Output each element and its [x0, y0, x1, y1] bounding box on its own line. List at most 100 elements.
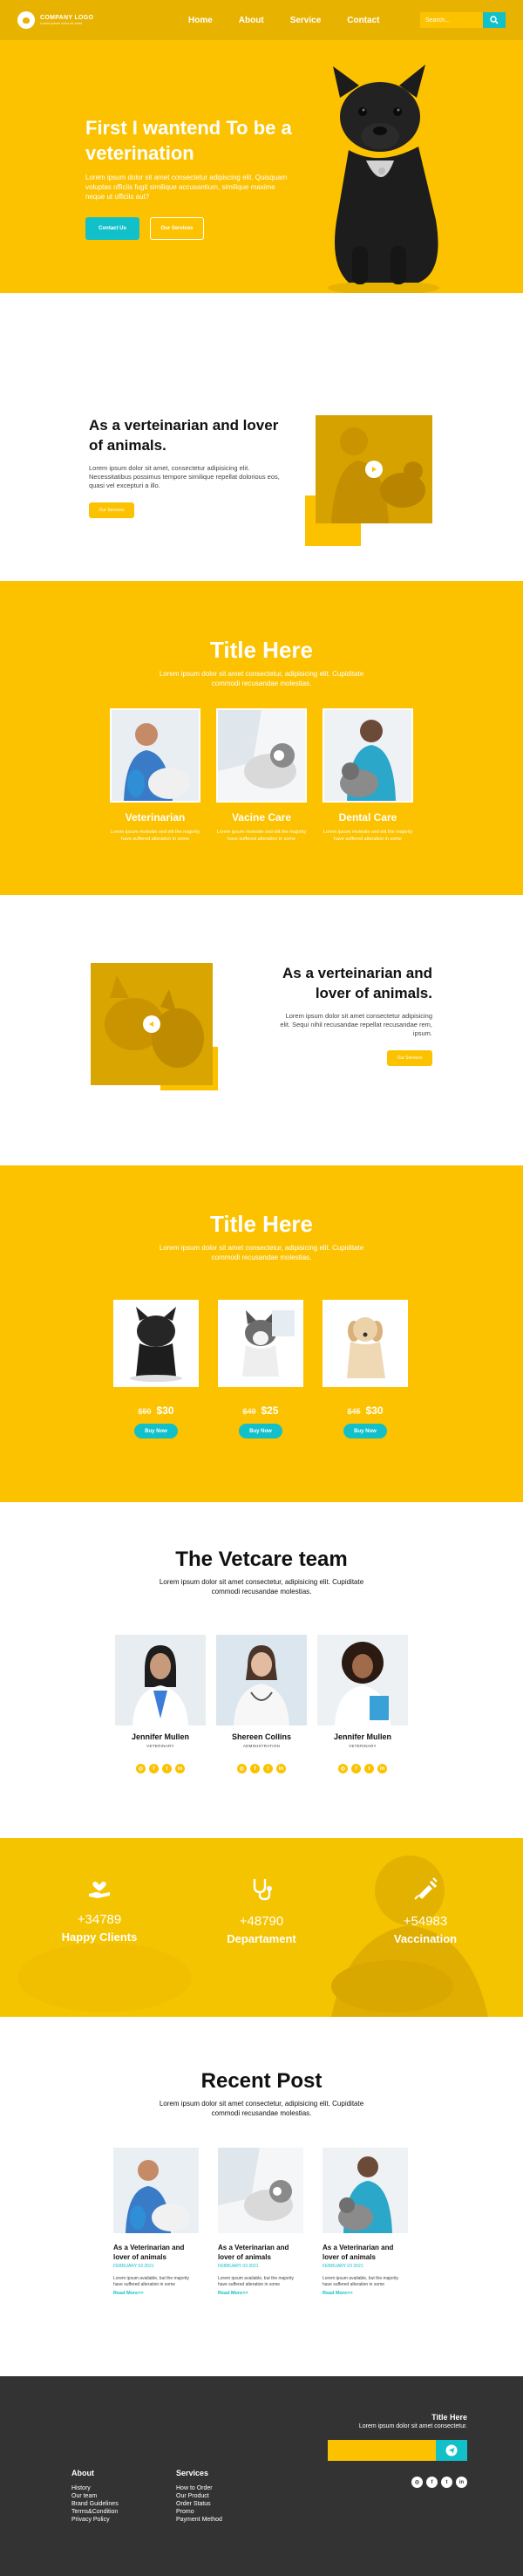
hero-text: Lorem ipsum dolor sit amet consectetur a…	[85, 174, 288, 201]
play-left-icon	[149, 1022, 153, 1027]
team-member-card: Jennifer Mullen VETERINARY ◎ f t in	[317, 1635, 408, 1773]
service-text: Lorem ipsum molestie sed elit the majori…	[110, 830, 200, 842]
newsletter-text: Lorem ipsum dolor sit amet consectetur.	[358, 2423, 467, 2429]
posts-subtitle: Lorem ipsum dolor sit amet consectetur, …	[159, 2100, 364, 2117]
facebook-icon[interactable]: f	[351, 1764, 361, 1773]
stat-number: +34789	[77, 1912, 122, 1927]
instagram-icon[interactable]: ◎	[411, 2477, 423, 2488]
linkedin-icon[interactable]: in	[377, 1764, 387, 1773]
linkedin-icon[interactable]: in	[175, 1764, 185, 1773]
twitter-icon[interactable]: t	[364, 1764, 374, 1773]
post-title: As a Veterinarian and lover of animals	[218, 2244, 289, 2261]
site-header: COMPANY LOGO Lorem ipsum dolor sit amet …	[0, 0, 523, 40]
play-video-button-2[interactable]	[143, 1015, 160, 1033]
read-more-link[interactable]: Read More>>	[218, 2291, 303, 2296]
facebook-icon[interactable]: f	[250, 1764, 260, 1773]
buy-now-button[interactable]: Buy Now	[239, 1424, 282, 1438]
post-card[interactable]: As a Veterinarian and lover of animals F…	[113, 2148, 199, 2296]
about-text: Lorem ipsum dolor sit amet, consectetur …	[89, 464, 280, 489]
service-name: Dental Care	[338, 811, 397, 823]
service-text: Lorem ipsum molestie sed elit the majori…	[323, 830, 413, 842]
footer-link-how-to-order[interactable]: How to Order	[176, 2484, 222, 2492]
facebook-icon[interactable]: f	[426, 2477, 438, 2488]
instagram-icon[interactable]: ◎	[136, 1764, 146, 1773]
about-services-button-2[interactable]: Our Services	[387, 1050, 432, 1066]
stat-number: +48790	[239, 1914, 284, 1929]
play-video-button[interactable]	[365, 461, 383, 478]
about-section-2: As a verteinarian and lover of animals. …	[0, 895, 523, 1165]
nav-about[interactable]: About	[239, 16, 264, 25]
footer-link-terms[interactable]: Terms&Condition	[71, 2508, 119, 2516]
instagram-icon[interactable]: ◎	[338, 1764, 348, 1773]
post-title: As a Veterinarian and lover of animals	[323, 2244, 394, 2261]
twitter-icon[interactable]: t	[263, 1764, 273, 1773]
post-excerpt: Lorem ipsum available, but the majority …	[323, 2276, 398, 2287]
contact-us-button[interactable]: Contact Us	[85, 217, 139, 240]
pricing-title: Title Here	[209, 1211, 313, 1237]
stethoscope-icon	[253, 1879, 272, 1901]
footer-link-our-team[interactable]: Our team	[71, 2492, 119, 2500]
service-name: Veterinarian	[125, 811, 186, 823]
read-more-link[interactable]: Read More>>	[323, 2291, 408, 2296]
french-bulldog-product-image	[113, 1300, 199, 1387]
footer-link-payment[interactable]: Payment Method	[176, 2516, 222, 2524]
vaccine-dog-image	[216, 708, 307, 803]
footer-link-order-status[interactable]: Order Status	[176, 2500, 222, 2508]
pricing-section: Title Here Lorem ipsum dolor sit amet co…	[0, 1165, 523, 1502]
service-text: Lorem ipsum molestie sed elit the majori…	[216, 830, 307, 842]
company-logo[interactable]: COMPANY LOGO Lorem ipsum dolor sit amet	[17, 11, 157, 29]
nav-contact[interactable]: Contact	[347, 16, 379, 25]
syringe-icon	[414, 1877, 438, 1900]
product-card: $40 $25 Buy Now	[218, 1300, 303, 1438]
site-footer: About History Our team Brand Guidelines …	[0, 2376, 523, 2576]
search-input[interactable]	[420, 12, 483, 28]
footer-services-title: Services	[176, 2469, 209, 2477]
footer-link-promo[interactable]: Promo	[176, 2508, 222, 2516]
facebook-icon[interactable]: f	[149, 1764, 159, 1773]
stat-departament: +48790 Departament	[200, 1876, 323, 1945]
service-card[interactable]: Veterinarian Lorem ipsum molestie sed el…	[110, 708, 200, 843]
husky-puppy-product-image	[218, 1300, 303, 1387]
buy-now-button[interactable]: Buy Now	[134, 1424, 178, 1438]
read-more-link[interactable]: Read More>>	[113, 2291, 199, 2296]
service-card[interactable]: Vacine Care Lorem ipsum molestie sed eli…	[216, 708, 307, 843]
search-bar	[420, 12, 506, 28]
linkedin-icon[interactable]: in	[456, 2477, 467, 2488]
newsletter-submit-button[interactable]	[436, 2440, 467, 2461]
twitter-icon[interactable]: t	[441, 2477, 452, 2488]
about-services-button[interactable]: Our Services	[89, 502, 134, 518]
product-card: $50 $30 Buy Now	[113, 1300, 199, 1438]
services-subtitle: Lorem ipsum dolor sit amet consectetur, …	[159, 670, 364, 687]
about-video-frame	[305, 412, 432, 551]
instagram-icon[interactable]: ◎	[237, 1764, 247, 1773]
service-card[interactable]: Dental Care Lorem ipsum molestie sed eli…	[323, 708, 413, 843]
nav-home[interactable]: Home	[188, 16, 213, 25]
footer-services-column: Services How to Order Our Product Order …	[176, 2469, 222, 2524]
dog-and-cat-image	[91, 963, 213, 1085]
our-services-button[interactable]: Our Services	[150, 217, 204, 240]
footer-link-brand-guidelines[interactable]: Brand Guidelines	[71, 2500, 119, 2508]
post-title: As a Veterinarian and lover of animals	[113, 2244, 185, 2261]
search-button[interactable]	[483, 12, 506, 28]
footer-link-privacy[interactable]: Privacy Policy	[71, 2516, 119, 2524]
post-date: FEBRUARY 03 2021	[218, 2264, 259, 2269]
nav-service[interactable]: Service	[290, 16, 322, 25]
newsletter-email-input[interactable]	[328, 2440, 436, 2461]
newsletter: Title Here Lorem ipsum dolor sit amet co…	[328, 2413, 467, 2488]
product-card: $45 $30 Buy Now	[323, 1300, 408, 1438]
buy-now-button[interactable]: Buy Now	[343, 1424, 387, 1438]
member-name: Jennifer Mullen	[131, 1732, 189, 1741]
footer-link-our-product[interactable]: Our Product	[176, 2492, 222, 2500]
newsletter-title: Title Here	[431, 2413, 467, 2422]
linkedin-icon[interactable]: in	[276, 1764, 286, 1773]
vet-with-dog-image	[110, 708, 200, 803]
twitter-icon[interactable]: t	[162, 1764, 172, 1773]
stats-section: +34789 Happy Clients +48790 Departament …	[0, 1838, 523, 2017]
hero-title: First I wantend To be a veterination	[85, 117, 292, 164]
team-member-card: Jennifer Mullen VETERINARY ◎ f t in	[115, 1635, 206, 1773]
footer-link-history[interactable]: History	[71, 2484, 119, 2492]
post-card[interactable]: As a Veterinarian and lover of animals F…	[323, 2148, 408, 2296]
paw-logo-icon	[17, 11, 35, 29]
footer-about-column: About History Our team Brand Guidelines …	[71, 2469, 119, 2524]
post-card[interactable]: As a Veterinarian and lover of animals F…	[218, 2148, 303, 2296]
